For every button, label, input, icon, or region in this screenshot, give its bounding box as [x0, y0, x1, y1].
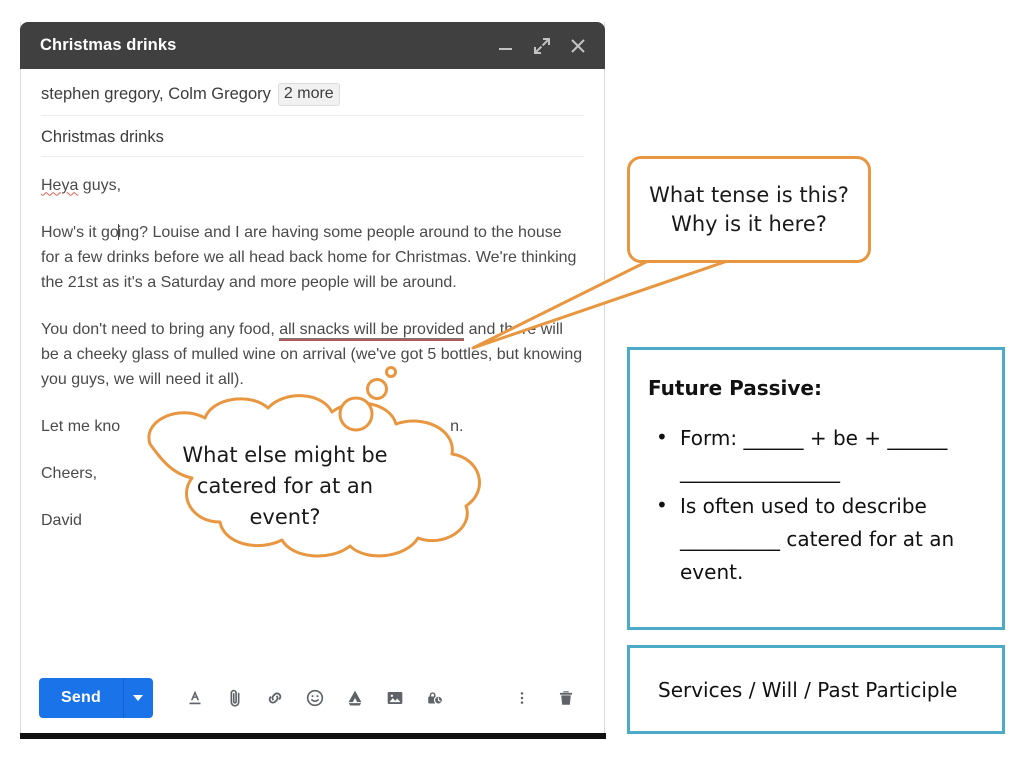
grammar-bullet-2: Is often used to describe __________ cat… — [648, 489, 980, 589]
paragraph-2-start: You don't need to bring any food, — [41, 321, 280, 339]
speech-bubble-line-2: Why is it here? — [671, 211, 827, 236]
insert-emoji-icon[interactable] — [295, 678, 335, 718]
paragraph-1-before-caret: How's it go — [41, 224, 119, 242]
attach-file-icon[interactable] — [215, 678, 255, 718]
send-options-icon[interactable] — [122, 678, 153, 718]
grammar-box-bullets: Form: ______ + be + ______ _____________… — [648, 421, 980, 589]
answer-options-text: Services / Will / Past Participle — [658, 677, 958, 702]
slide-canvas: Christmas drinks stephen gregory, Colm G… — [0, 0, 1024, 768]
body-greeting: Heya guys, — [41, 173, 584, 198]
insert-link-icon[interactable] — [255, 678, 295, 718]
insert-photo-icon[interactable] — [375, 678, 415, 718]
speech-bubble-line-1: What tense is this? — [649, 182, 849, 207]
compose-bottom-bar — [20, 733, 606, 739]
thought-cloud-text: What else might be catered for at an eve… — [150, 440, 420, 533]
body-paragraph-2: You don't need to bring any food, all sn… — [41, 317, 584, 392]
format-text-icon[interactable] — [175, 678, 215, 718]
thought-cloud-line-1: What else might be — [182, 443, 388, 467]
recipients-field[interactable]: stephen gregory, Colm Gregory 2 more — [41, 69, 584, 117]
window-controls — [495, 35, 589, 57]
discard-draft-icon[interactable] — [546, 678, 586, 718]
grammar-bullet-1: Form: ______ + be + ______ _____________… — [648, 421, 980, 488]
body-paragraph-3: Let me kno n. — [41, 414, 584, 439]
thought-cloud-line-2: catered for at an — [196, 474, 374, 498]
compose-title: Christmas drinks — [40, 36, 177, 54]
paragraph-3-visible-start: Let me kno — [41, 418, 121, 436]
thought-cloud-line-3: event? — [249, 505, 321, 529]
compose-toolbar: Send — [21, 665, 604, 731]
paragraph-1-after-caret: ing? Louise and I are having some people… — [41, 224, 577, 292]
more-recipients-chip[interactable]: 2 more — [277, 83, 340, 107]
compose-window-header: Christmas drinks — [20, 22, 605, 69]
minimize-icon[interactable] — [495, 35, 517, 57]
grammar-explanation-box: Future Passive: Form: ______ + be + ____… — [627, 347, 1005, 630]
recipients-value: stephen gregory, Colm Gregory — [41, 85, 271, 104]
insert-drive-icon[interactable] — [335, 678, 375, 718]
grammar-box-heading: Future Passive: — [648, 376, 822, 400]
misspelled-word: Heya — [41, 177, 79, 195]
expand-icon[interactable] — [531, 35, 553, 57]
greeting-rest: guys, — [78, 177, 122, 195]
send-button[interactable]: Send — [39, 678, 123, 718]
body-paragraph-1: How's it going? Louise and I are having … — [41, 220, 584, 295]
subject-field[interactable]: Christmas drinks — [41, 116, 584, 158]
answer-options-box: Services / Will / Past Participle — [627, 645, 1005, 734]
toolbar-right-icons — [502, 678, 586, 718]
compose-body: stephen gregory, Colm Gregory 2 more Chr… — [21, 69, 604, 665]
close-icon[interactable] — [567, 35, 589, 57]
confidential-mode-icon[interactable] — [415, 678, 455, 718]
paragraph-3-visible-end: n. — [450, 418, 464, 436]
formatting-tool-icons — [175, 678, 455, 718]
send-button-group: Send — [39, 678, 153, 718]
highlighted-passive-phrase: all snacks will be provided — [279, 321, 465, 342]
speech-bubble-callout: What tense is this? Why is it here? — [627, 156, 871, 263]
more-options-icon[interactable] — [502, 678, 542, 718]
